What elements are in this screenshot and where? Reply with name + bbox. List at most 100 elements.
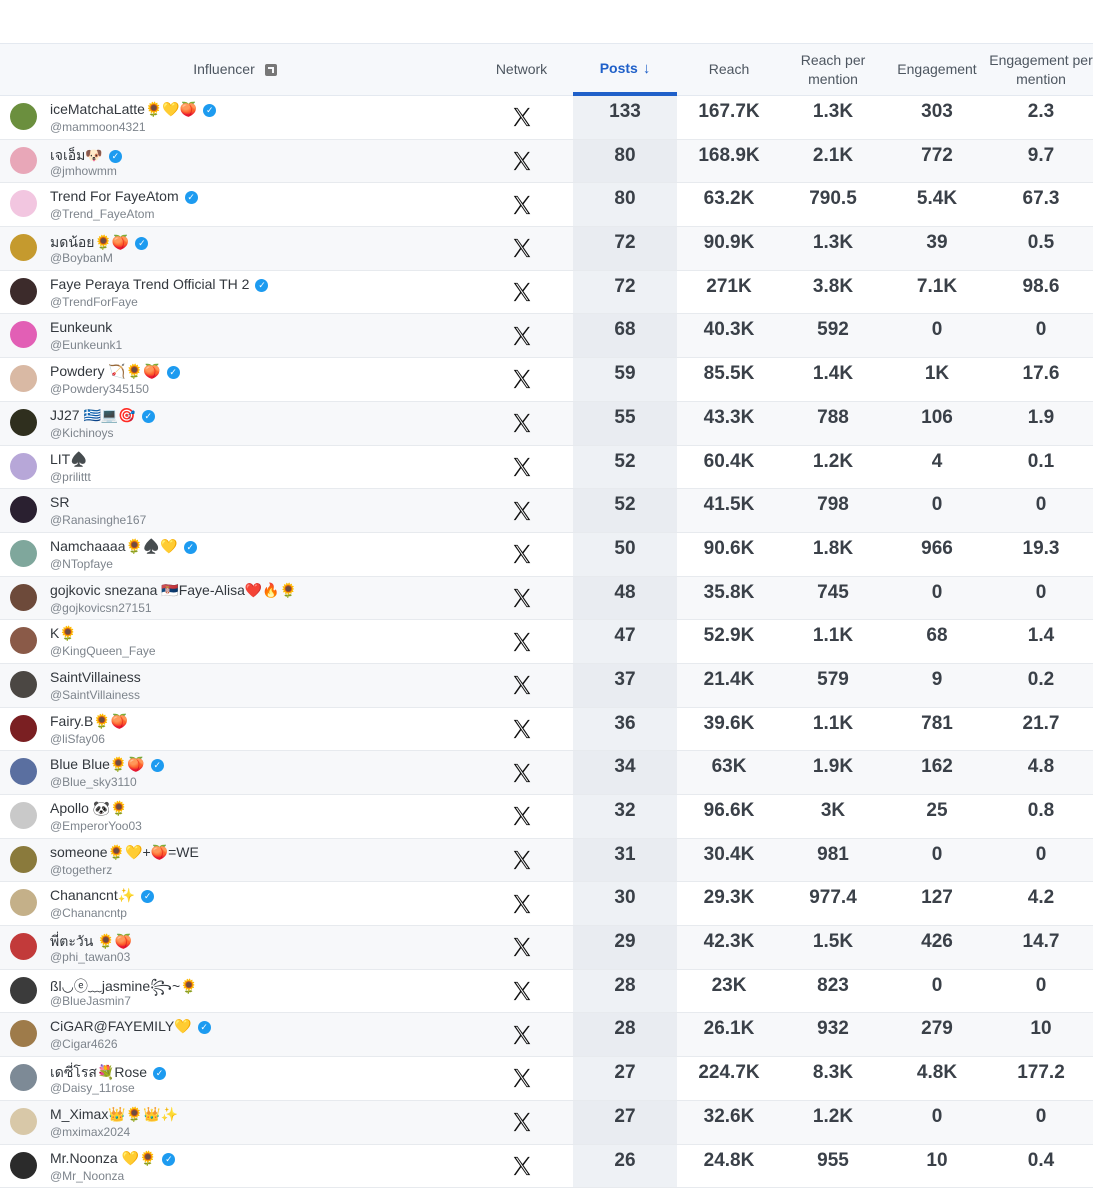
influencer-cell[interactable]: JJ27 🇬🇷💻🎯 ✓ @Kichinoys (0, 402, 470, 445)
influencer-cell[interactable]: someone🌻💛+🍑=WE @togetherz (0, 839, 470, 882)
influencer-cell[interactable]: Eunkeunk @Eunkeunk1 (0, 314, 470, 357)
influencer-name[interactable]: CiGAR@FAYEMILY💛 ✓ (50, 1018, 211, 1035)
influencer-name-text[interactable]: K🌻 (50, 625, 77, 641)
table-row[interactable]: Blue Blue🌻🍑 ✓ @Blue_sky3110 34 63K 1.9K 1… (0, 751, 1093, 795)
avatar[interactable] (10, 933, 37, 961)
influencer-name-text[interactable]: ßl◡ⓔ﹏jasmine꧂~🌻 (50, 978, 198, 994)
column-header-influencer[interactable]: Influencer (0, 44, 470, 95)
influencer-name-text[interactable]: Faye Peraya Trend Official TH 2 (50, 276, 249, 292)
avatar[interactable] (10, 976, 37, 1004)
table-row[interactable]: ßl◡ⓔ﹏jasmine꧂~🌻 @BlueJasmin7 28 23K 823 … (0, 969, 1093, 1014)
influencer-name[interactable]: Blue Blue🌻🍑 ✓ (50, 756, 164, 773)
influencer-name[interactable]: gojkovic snezana 🇷🇸Faye-Alisa❤️🔥🌻 (50, 582, 297, 599)
influencer-name-text[interactable]: SR (50, 494, 69, 510)
influencer-name[interactable]: JJ27 🇬🇷💻🎯 ✓ (50, 407, 155, 424)
influencer-cell[interactable]: Faye Peraya Trend Official TH 2 ✓ @TrendF… (0, 271, 470, 314)
influencer-cell[interactable]: SR @Ranasinghe167 (0, 489, 470, 532)
table-row[interactable]: SaintVillainess @SaintVillainess 37 21.4… (0, 663, 1093, 708)
avatar[interactable] (10, 1151, 37, 1179)
influencer-cell[interactable]: CiGAR@FAYEMILY💛 ✓ @Cigar4626 (0, 1013, 470, 1056)
influencer-cell[interactable]: Trend For FayeAtom ✓ @Trend_FayeAtom (0, 183, 470, 226)
table-row[interactable]: Apollo 🐼🌻 @EmperorYoo03 32 96.6K 3K 25 0… (0, 795, 1093, 839)
influencer-name-text[interactable]: M_Ximax👑🌻👑✨ (50, 1106, 178, 1122)
avatar[interactable] (10, 1107, 37, 1135)
influencer-cell[interactable]: มดน้อย🌻🍑 ✓ @BoybanM (0, 227, 470, 270)
avatar[interactable] (10, 758, 37, 786)
avatar[interactable] (10, 889, 37, 917)
table-row[interactable]: SR @Ranasinghe167 52 41.5K 798 0 0 (0, 489, 1093, 533)
influencer-name[interactable]: someone🌻💛+🍑=WE (50, 844, 199, 861)
avatar[interactable] (10, 670, 37, 698)
table-row[interactable]: LIT♠️ @prilittt 52 60.4K 1.2K 4 0.1 (0, 445, 1093, 490)
influencer-name-text[interactable]: พี่ตะวัน 🌻🍑 (50, 933, 132, 949)
influencer-name[interactable]: Powdery 🏹🌻🍑 ✓ (50, 363, 180, 380)
table-row[interactable]: Trend For FayeAtom ✓ @Trend_FayeAtom 80 6… (0, 183, 1093, 228)
influencer-cell[interactable]: เดซี่โรส💐Rose ✓ @Daisy_11rose (0, 1057, 470, 1100)
avatar[interactable] (10, 1020, 37, 1048)
influencer-name-text[interactable]: Eunkeunk (50, 319, 112, 335)
influencer-name[interactable]: Fairy.B🌻🍑 (50, 713, 128, 730)
avatar[interactable] (10, 321, 37, 349)
table-row[interactable]: Powdery 🏹🌻🍑 ✓ @Powdery345150 59 85.5K 1.4… (0, 358, 1093, 402)
influencer-name[interactable]: LIT♠️ (50, 451, 88, 468)
influencer-name-text[interactable]: JJ27 🇬🇷💻🎯 (50, 407, 136, 423)
avatar[interactable] (10, 539, 37, 567)
table-row[interactable]: M_Ximax👑🌻👑✨ @mximax2024 27 32.6K 1.2K 0 … (0, 1100, 1093, 1145)
influencer-name-text[interactable]: มดน้อย🌻🍑 (50, 234, 129, 250)
influencer-name[interactable]: Chanancnt✨ ✓ (50, 887, 155, 904)
column-header-engagement[interactable]: Engagement (885, 44, 989, 95)
table-row[interactable]: เจเอ็ม🐶 ✓ @jmhowmm 80 168.9K 2.1K 772 9.7 (0, 139, 1093, 184)
column-header-engagement-per-mention[interactable]: Engagement per mention (989, 44, 1093, 95)
avatar[interactable] (10, 234, 37, 262)
influencer-name-text[interactable]: Apollo 🐼🌻 (50, 800, 128, 816)
column-header-network[interactable]: Network (470, 44, 573, 95)
influencer-cell[interactable]: เจเอ็ม🐶 ✓ @jmhowmm (0, 140, 470, 183)
influencer-name-text[interactable]: เดซี่โรส💐Rose (50, 1064, 147, 1080)
avatar[interactable] (10, 845, 37, 873)
influencer-cell[interactable]: SaintVillainess @SaintVillainess (0, 664, 470, 707)
influencer-name-text[interactable]: Fairy.B🌻🍑 (50, 713, 128, 729)
table-row[interactable]: Fairy.B🌻🍑 @liSfay06 36 39.6K 1.1K 781 21… (0, 707, 1093, 752)
table-row[interactable]: Mr.Noonza 💛🌻 ✓ @Mr_Noonza 26 24.8K 955 10… (0, 1144, 1093, 1189)
influencer-name-text[interactable]: Namchaaaa🌻♠️💛 (50, 538, 178, 554)
influencer-name-text[interactable]: Mr.Noonza 💛🌻 (50, 1150, 156, 1166)
influencer-name-text[interactable]: CiGAR@FAYEMILY💛 (50, 1018, 192, 1034)
avatar[interactable] (10, 496, 37, 524)
influencer-name-text[interactable]: เจเอ็ม🐶 (50, 147, 103, 163)
avatar[interactable] (10, 365, 37, 393)
table-row[interactable]: Chanancnt✨ ✓ @Chanancntp 30 29.3K 977.4 1… (0, 882, 1093, 927)
avatar[interactable] (10, 277, 37, 305)
influencer-name-text[interactable]: gojkovic snezana 🇷🇸Faye-Alisa❤️🔥🌻 (50, 582, 297, 598)
avatar[interactable] (10, 190, 37, 218)
influencer-cell[interactable]: พี่ตะวัน 🌻🍑 @phi_tawan03 (0, 926, 470, 969)
table-row[interactable]: someone🌻💛+🍑=WE @togetherz 31 30.4K 981 0… (0, 838, 1093, 883)
influencer-name[interactable]: Mr.Noonza 💛🌻 ✓ (50, 1150, 176, 1167)
table-row[interactable]: พี่ตะวัน 🌻🍑 @phi_tawan03 29 42.3K 1.5K 4… (0, 926, 1093, 970)
avatar[interactable] (10, 802, 37, 829)
influencer-name[interactable]: K🌻 (50, 625, 77, 642)
influencer-cell[interactable]: Mr.Noonza 💛🌻 ✓ @Mr_Noonza (0, 1145, 470, 1188)
influencer-name-text[interactable]: LIT♠️ (50, 451, 88, 467)
influencer-cell[interactable]: Fairy.B🌻🍑 @liSfay06 (0, 708, 470, 751)
column-header-reach-per-mention[interactable]: Reach per mention (781, 44, 885, 95)
avatar[interactable] (10, 1064, 37, 1092)
table-row[interactable]: Namchaaaa🌻♠️💛 ✓ @NTopfaye 50 90.6K 1.8K 9… (0, 532, 1093, 577)
influencer-name[interactable]: Apollo 🐼🌻 (50, 800, 128, 817)
influencer-cell[interactable]: Chanancnt✨ ✓ @Chanancntp (0, 882, 470, 925)
influencer-name[interactable]: Trend For FayeAtom ✓ (50, 188, 198, 205)
influencer-name-text[interactable]: Powdery 🏹🌻🍑 (50, 363, 161, 379)
column-header-reach[interactable]: Reach (677, 44, 781, 95)
avatar[interactable] (10, 408, 37, 436)
influencer-name[interactable]: Namchaaaa🌻♠️💛 ✓ (50, 538, 197, 555)
influencer-name-text[interactable]: Chanancnt✨ (50, 887, 135, 903)
influencer-cell[interactable]: Blue Blue🌻🍑 ✓ @Blue_sky3110 (0, 751, 470, 794)
avatar[interactable] (10, 146, 37, 174)
influencer-cell[interactable]: LIT♠️ @prilittt (0, 446, 470, 489)
table-row[interactable]: CiGAR@FAYEMILY💛 ✓ @Cigar4626 28 26.1K 932… (0, 1013, 1093, 1058)
influencer-name[interactable]: iceMatchaLatte🌻💛🍑 ✓ (50, 101, 217, 118)
influencer-name[interactable]: SaintVillainess (50, 669, 141, 685)
influencer-name[interactable]: Eunkeunk (50, 319, 112, 335)
external-link-icon[interactable] (264, 63, 277, 76)
table-row[interactable]: K🌻 @KingQueen_Faye 47 52.9K 1.1K 68 1.4 (0, 620, 1093, 664)
influencer-name[interactable]: Faye Peraya Trend Official TH 2 ✓ (50, 276, 269, 292)
